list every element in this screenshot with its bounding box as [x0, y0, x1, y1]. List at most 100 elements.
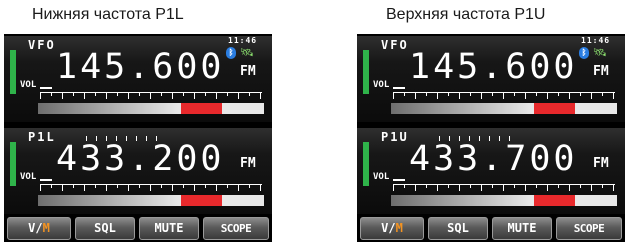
vm-m-label: M — [395, 221, 403, 235]
scale-tick — [40, 93, 41, 99]
s-meter-red-zone — [534, 195, 575, 206]
band-b-frequency: 433.700 — [409, 139, 578, 179]
scale-tick — [128, 93, 129, 99]
scale-tick — [470, 93, 471, 96]
scale-tick — [569, 185, 570, 191]
band-b-panel[interactable]: P1L 433.200 FM VOL — [4, 128, 272, 214]
scale-tick — [84, 185, 85, 191]
band-b-mode: P1L — [28, 130, 56, 144]
softkey-bar: V/M SQL MUTE SCOPE — [4, 215, 272, 242]
s-meter-scale — [393, 92, 615, 100]
scale-tick — [459, 185, 460, 191]
scale-tick — [117, 93, 118, 96]
scale-tick — [106, 93, 107, 99]
scale-tick — [580, 93, 581, 96]
scale-tick — [227, 185, 228, 188]
s-meter-scale — [40, 92, 262, 100]
sql-button[interactable]: SQL — [428, 217, 488, 240]
scale-tick — [525, 93, 526, 99]
vm-m-label: M — [42, 221, 50, 235]
band-a-frequency: 145.600 — [409, 47, 578, 87]
bluetooth-icon: ᛒ — [226, 47, 236, 59]
clock: 11:46 — [228, 36, 258, 45]
scale-tick — [448, 185, 449, 188]
scale-tick — [569, 93, 570, 99]
mute-button[interactable]: MUTE — [139, 217, 199, 240]
s-meter-red-zone — [181, 103, 222, 114]
scale-tick — [426, 93, 427, 96]
s-meter-red-zone — [534, 103, 575, 114]
signal-indicator — [10, 50, 16, 94]
scale-tick — [602, 93, 603, 96]
scale-tick — [613, 93, 614, 99]
scale-tick — [183, 93, 184, 96]
scale-tick — [106, 185, 107, 191]
scope-button[interactable]: SCOPE — [203, 217, 269, 240]
scale-tick — [205, 93, 206, 96]
band-a-vol-label: VOL — [373, 80, 390, 90]
signal-indicator — [363, 142, 369, 186]
s-meter-bar — [391, 195, 617, 206]
caption-lower-frequency: Нижняя частота P1L — [32, 6, 184, 23]
scale-tick — [514, 93, 515, 96]
band-a-vol-label: VOL — [20, 80, 37, 90]
scale-tick — [95, 93, 96, 96]
radio-screen-upper: VFO 11:46 ᛒ 🛰 145.600 FM VOL P1U 433.700… — [357, 34, 625, 242]
scale-tick — [139, 93, 140, 96]
scope-button[interactable]: SCOPE — [556, 217, 622, 240]
scale-tick — [216, 93, 217, 99]
scale-tick — [40, 185, 41, 191]
scale-tick — [139, 185, 140, 188]
band-b-mode: P1U — [381, 130, 409, 144]
scale-tick — [73, 93, 74, 96]
scale-tick — [51, 185, 52, 188]
scale-tick — [503, 185, 504, 191]
scale-tick — [205, 185, 206, 188]
scale-tick — [128, 185, 129, 191]
scale-tick — [183, 185, 184, 188]
scale-tick — [216, 185, 217, 191]
scale-tick — [547, 185, 548, 191]
scale-tick — [536, 93, 537, 96]
band-a-modulation: FM — [593, 64, 609, 79]
band-b-vol-label: VOL — [20, 172, 37, 182]
vm-button[interactable]: V/M — [360, 217, 424, 240]
scale-tick — [172, 93, 173, 99]
scale-tick — [150, 93, 151, 99]
band-b-panel[interactable]: P1U 433.700 FM VOL — [357, 128, 625, 214]
sql-button[interactable]: SQL — [75, 217, 135, 240]
vm-button[interactable]: V/M — [7, 217, 71, 240]
vol-level-line — [393, 87, 405, 89]
radio-screen-lower: VFO 11:46 ᛒ 🛰 145.600 FM VOL P1L 433.200… — [4, 34, 272, 242]
scale-tick — [73, 185, 74, 188]
s-meter-red-zone — [181, 195, 222, 206]
s-meter-bar — [38, 195, 264, 206]
scale-tick — [84, 93, 85, 99]
scale-tick — [591, 93, 592, 99]
vm-v-label: V/ — [381, 221, 396, 235]
band-a-mode: VFO — [381, 38, 409, 52]
scale-tick — [249, 93, 250, 96]
scale-tick — [602, 185, 603, 188]
band-a-frequency: 145.600 — [56, 47, 225, 87]
band-a-panel[interactable]: VFO 11:46 ᛒ 🛰 145.600 FM VOL — [357, 36, 625, 122]
scale-tick — [415, 185, 416, 191]
scale-tick — [117, 185, 118, 188]
scale-tick — [260, 93, 261, 99]
scale-tick — [150, 185, 151, 191]
scale-tick — [62, 185, 63, 191]
scale-tick — [161, 185, 162, 188]
scale-tick — [503, 93, 504, 99]
scale-tick — [580, 185, 581, 188]
scale-tick — [194, 93, 195, 99]
band-a-panel[interactable]: VFO 11:46 ᛒ 🛰 145.600 FM VOL — [4, 36, 272, 122]
scale-tick — [437, 93, 438, 99]
mute-button[interactable]: MUTE — [492, 217, 552, 240]
scale-tick — [393, 93, 394, 99]
band-a-mode: VFO — [28, 38, 56, 52]
vm-v-label: V/ — [28, 221, 43, 235]
scale-tick — [525, 185, 526, 191]
scale-tick — [415, 93, 416, 99]
scale-tick — [481, 185, 482, 191]
scale-tick — [492, 93, 493, 96]
